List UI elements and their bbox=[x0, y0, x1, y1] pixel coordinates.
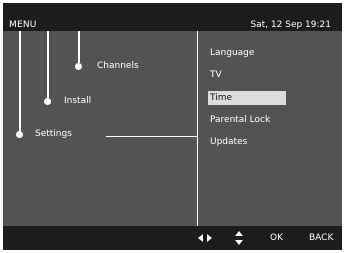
submenu-item-tv[interactable]: TV bbox=[208, 68, 286, 82]
channels-dot-icon bbox=[75, 63, 82, 70]
tv-menu-screen: MENU Sat, 12 Sep 19:21 Channels Install … bbox=[3, 3, 342, 250]
menu-item-install-label: Install bbox=[64, 96, 92, 106]
install-dot-icon bbox=[44, 98, 51, 105]
channels-connector-line bbox=[78, 31, 80, 63]
date-time: Sat, 12 Sep 19:21 bbox=[250, 20, 331, 30]
submenu-item-language[interactable]: Language bbox=[208, 46, 286, 60]
ok-button[interactable]: OK bbox=[270, 233, 283, 243]
menu-item-settings-label: Settings bbox=[35, 129, 72, 139]
install-connector-line bbox=[47, 31, 49, 98]
up-down-arrows-icon bbox=[235, 231, 243, 245]
left-right-arrows-icon bbox=[198, 234, 212, 242]
settings-dot-icon bbox=[16, 131, 23, 138]
menu-title: MENU bbox=[9, 20, 37, 30]
submenu-item-updates[interactable]: Updates bbox=[208, 135, 286, 149]
submenu-item-time[interactable]: Time bbox=[208, 91, 286, 105]
submenu-item-parental-lock[interactable]: Parental Lock bbox=[208, 113, 286, 127]
menu-item-channels-label: Channels bbox=[97, 61, 139, 71]
back-button[interactable]: BACK bbox=[309, 233, 333, 243]
settings-connector-line bbox=[19, 31, 21, 131]
panel-divider bbox=[197, 31, 198, 226]
bottom-bar: OK BACK bbox=[3, 226, 342, 250]
top-bar: MENU Sat, 12 Sep 19:21 bbox=[3, 3, 342, 31]
settings-branch-line bbox=[106, 136, 197, 137]
